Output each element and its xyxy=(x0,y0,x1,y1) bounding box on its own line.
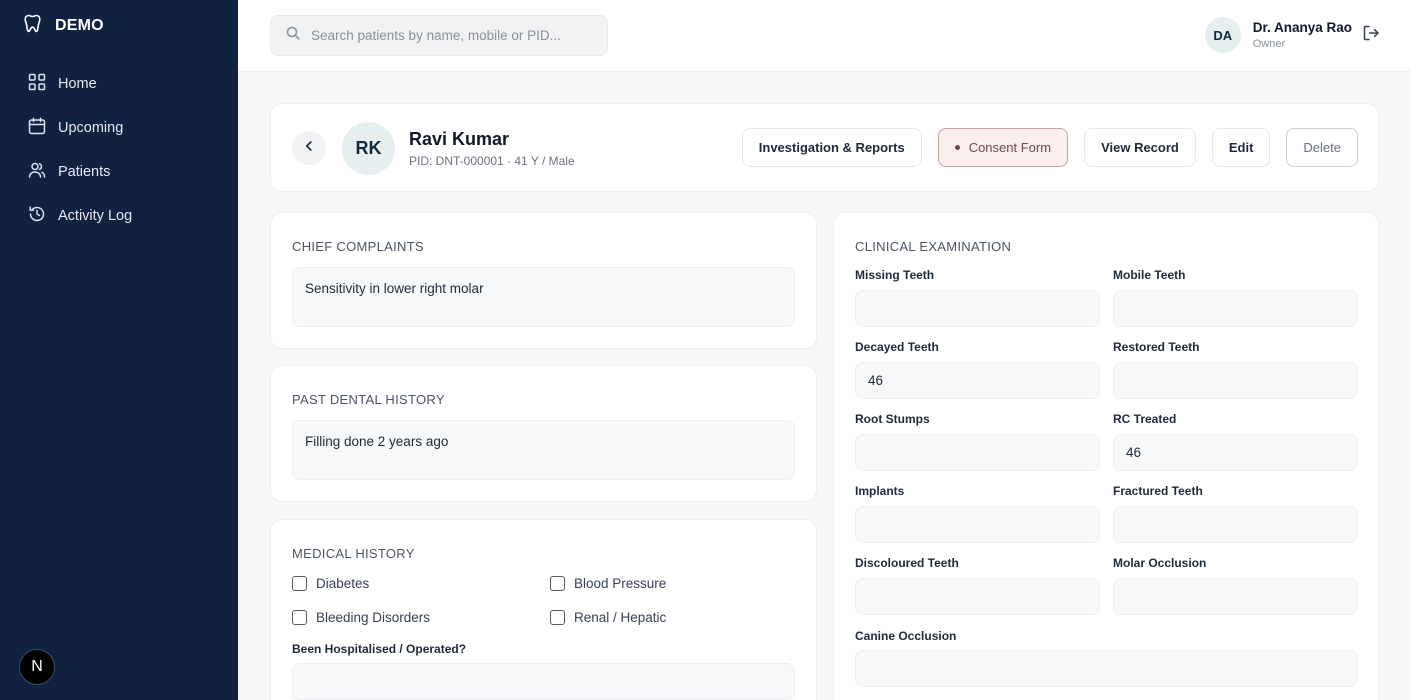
field-label: RC Treated xyxy=(1113,412,1177,426)
history-icon xyxy=(28,205,46,227)
sidebar-item-activity-log[interactable]: Activity Log xyxy=(0,194,238,238)
root-stumps-field[interactable] xyxy=(855,434,1100,471)
action-buttons: Investigation & Reports Consent Form Vie… xyxy=(741,128,1358,167)
calendar-icon xyxy=(28,117,46,139)
missing-teeth-field[interactable] xyxy=(855,290,1100,327)
user-menu: DA Dr. Ananya Rao Owner xyxy=(1204,17,1380,53)
edit-button[interactable]: Edit xyxy=(1211,128,1271,167)
checkbox-box[interactable] xyxy=(550,576,565,591)
sidebar-item-label: Activity Log xyxy=(58,208,133,224)
patient-meta: PID: DNT-000001 · 41 Y / Male xyxy=(409,154,575,168)
field-label: Discoloured Teeth xyxy=(855,556,959,570)
sidebar-item-label: Upcoming xyxy=(58,120,124,136)
field-label: Fractured Teeth xyxy=(1113,484,1203,498)
sidebar-nav: Home Upcoming Patients Activity Log xyxy=(0,62,238,238)
patient-avatar: RK xyxy=(342,122,395,175)
field-label: Missing Teeth xyxy=(855,268,935,282)
past-dental-history-field[interactable]: Filling done 2 years ago xyxy=(292,420,795,480)
delete-button[interactable]: Delete xyxy=(1286,128,1358,167)
past-dental-history-card: PAST DENTAL HISTORY Filling done 2 years… xyxy=(270,365,817,502)
checkbox-diabetes[interactable]: Diabetes xyxy=(292,576,369,591)
dev-badge[interactable]: N xyxy=(19,649,55,685)
rc-treated-field[interactable]: 46 xyxy=(1113,434,1358,471)
sidebar-item-label: Home xyxy=(58,76,97,92)
checkbox-bleeding-disorders[interactable]: Bleeding Disorders xyxy=(292,610,430,625)
grid-icon xyxy=(28,73,46,95)
field-label: Restored Teeth xyxy=(1113,340,1200,354)
view-record-button[interactable]: View Record xyxy=(1084,128,1196,167)
fractured-teeth-field[interactable] xyxy=(1113,506,1358,543)
sidebar-item-upcoming[interactable]: Upcoming xyxy=(0,106,238,150)
search-input[interactable] xyxy=(311,28,581,43)
restored-teeth-field[interactable] xyxy=(1113,362,1358,399)
sidebar-item-home[interactable]: Home xyxy=(0,62,238,106)
field-label: Root Stumps xyxy=(855,412,930,426)
field-label: Molar Occlusion xyxy=(1113,556,1207,570)
molar-occlusion-field[interactable] xyxy=(1113,578,1358,615)
patient-name: Ravi Kumar xyxy=(409,129,510,149)
implants-field[interactable] xyxy=(855,506,1100,543)
field-label: Mobile Teeth xyxy=(1113,268,1186,282)
mobile-teeth-field[interactable] xyxy=(1113,290,1358,327)
users-icon xyxy=(28,161,46,183)
back-button[interactable] xyxy=(292,131,326,165)
tooth-icon xyxy=(24,14,41,38)
checkbox-renal-hepatic[interactable]: Renal / Hepatic xyxy=(550,610,666,625)
brand[interactable]: DEMO xyxy=(24,14,104,38)
sidebar-item-label: Patients xyxy=(58,164,111,180)
user-meta: Dr. Ananya Rao Owner xyxy=(1253,20,1352,50)
search-bar xyxy=(270,15,608,56)
chief-complaints-field[interactable]: Sensitivity in lower right molar xyxy=(292,267,795,327)
checkbox-label: Bleeding Disorders xyxy=(316,610,431,625)
dot-icon xyxy=(954,145,960,150)
field-label: Canine Occlusion xyxy=(855,629,957,643)
hospitalised-label: Been Hospitalised / Operated? xyxy=(292,642,467,656)
checkbox-box[interactable] xyxy=(550,610,565,625)
section-title: MEDICAL HISTORY xyxy=(292,546,415,561)
patient-header-card: RK Ravi Kumar PID: DNT-000001 · 41 Y / M… xyxy=(270,103,1379,192)
section-title: PAST DENTAL HISTORY xyxy=(292,392,445,407)
investigation-reports-button[interactable]: Investigation & Reports xyxy=(741,128,922,167)
search-icon xyxy=(286,26,300,45)
consent-form-label: Consent Form xyxy=(968,140,1052,155)
sidebar-item-patients[interactable]: Patients xyxy=(0,150,238,194)
clinical-examination-card: CLINICAL EXAMINATION Missing Teeth Mobil… xyxy=(833,212,1379,700)
checkbox-label: Blood Pressure xyxy=(574,576,667,591)
medical-history-card: MEDICAL HISTORY Diabetes Blood Pressure … xyxy=(270,519,817,700)
decayed-teeth-field[interactable]: 46 xyxy=(855,362,1100,399)
brand-name: DEMO xyxy=(55,17,104,34)
user-role: Owner xyxy=(1252,38,1286,50)
checkbox-box[interactable] xyxy=(292,576,307,591)
section-title: CLINICAL EXAMINATION xyxy=(855,239,1012,254)
discoloured-teeth-field[interactable] xyxy=(855,578,1100,615)
field-label: Implants xyxy=(855,484,905,498)
topbar: DA Dr. Ananya Rao Owner xyxy=(238,0,1410,72)
canine-occlusion-field[interactable] xyxy=(855,650,1358,687)
checkbox-label: Diabetes xyxy=(316,576,370,591)
hospitalised-field[interactable] xyxy=(292,663,795,700)
checkbox-box[interactable] xyxy=(292,610,307,625)
checkbox-blood-pressure[interactable]: Blood Pressure xyxy=(550,576,666,591)
consent-form-button[interactable]: Consent Form xyxy=(937,128,1069,167)
logout-icon[interactable] xyxy=(1362,24,1380,47)
chief-complaints-card: CHIEF COMPLAINTS Sensitivity in lower ri… xyxy=(270,212,817,349)
field-label: Decayed Teeth xyxy=(855,340,939,354)
chevron-left-icon xyxy=(303,139,315,157)
sidebar: DEMO Home Upcoming Patients Activity Log xyxy=(0,0,238,700)
checkbox-label: Renal / Hepatic xyxy=(574,610,667,625)
user-name: Dr. Ananya Rao xyxy=(1252,20,1352,35)
section-title: CHIEF COMPLAINTS xyxy=(292,239,424,254)
avatar[interactable]: DA xyxy=(1204,17,1241,53)
